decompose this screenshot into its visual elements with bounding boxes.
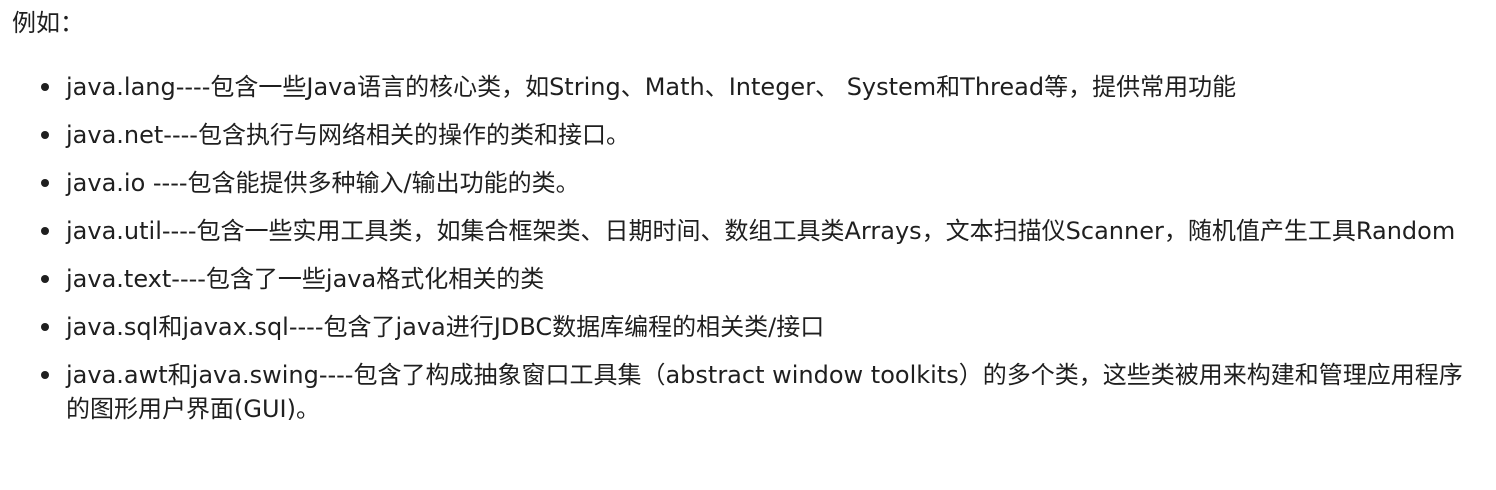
bullet-icon	[41, 323, 49, 331]
list-item: java.lang----包含一些Java语言的核心类，如String、Math…	[12, 70, 1486, 104]
list-item: java.text----包含了一些java格式化相关的类	[12, 262, 1486, 296]
list-item-text: java.text----包含了一些java格式化相关的类	[66, 265, 545, 293]
list-item-text: java.lang----包含一些Java语言的核心类，如String、Math…	[66, 73, 1237, 101]
intro-text: 例如：	[12, 9, 84, 37]
bullet-icon	[41, 83, 49, 91]
list-item: java.awt和java.swing----包含了构成抽象窗口工具集（abst…	[12, 358, 1486, 426]
list-item: java.io ----包含能提供多种输入/输出功能的类。	[12, 166, 1486, 200]
document-body: 例如： java.lang----包含一些Java语言的核心类，如String、…	[0, 0, 1496, 490]
list-item: java.net----包含执行与网络相关的操作的类和接口。	[12, 118, 1486, 152]
list-item-text: java.net----包含执行与网络相关的操作的类和接口。	[66, 121, 630, 149]
bullet-icon	[41, 275, 49, 283]
bullet-icon	[41, 179, 49, 187]
list-item-text: java.awt和java.swing----包含了构成抽象窗口工具集（abst…	[66, 361, 1463, 423]
list-item: java.util----包含一些实用工具类，如集合框架类、日期时间、数组工具类…	[12, 214, 1486, 248]
bullet-icon	[41, 227, 49, 235]
list-item: java.sql和javax.sql----包含了java进行JDBC数据库编程…	[12, 310, 1486, 344]
list-item-text: java.sql和javax.sql----包含了java进行JDBC数据库编程…	[66, 313, 825, 341]
list-item-text: java.util----包含一些实用工具类，如集合框架类、日期时间、数组工具类…	[66, 217, 1456, 245]
bullet-icon	[41, 371, 49, 379]
list-item-text: java.io ----包含能提供多种输入/输出功能的类。	[66, 169, 580, 197]
bullet-icon	[41, 131, 49, 139]
package-list: java.lang----包含一些Java语言的核心类，如String、Math…	[12, 70, 1496, 426]
